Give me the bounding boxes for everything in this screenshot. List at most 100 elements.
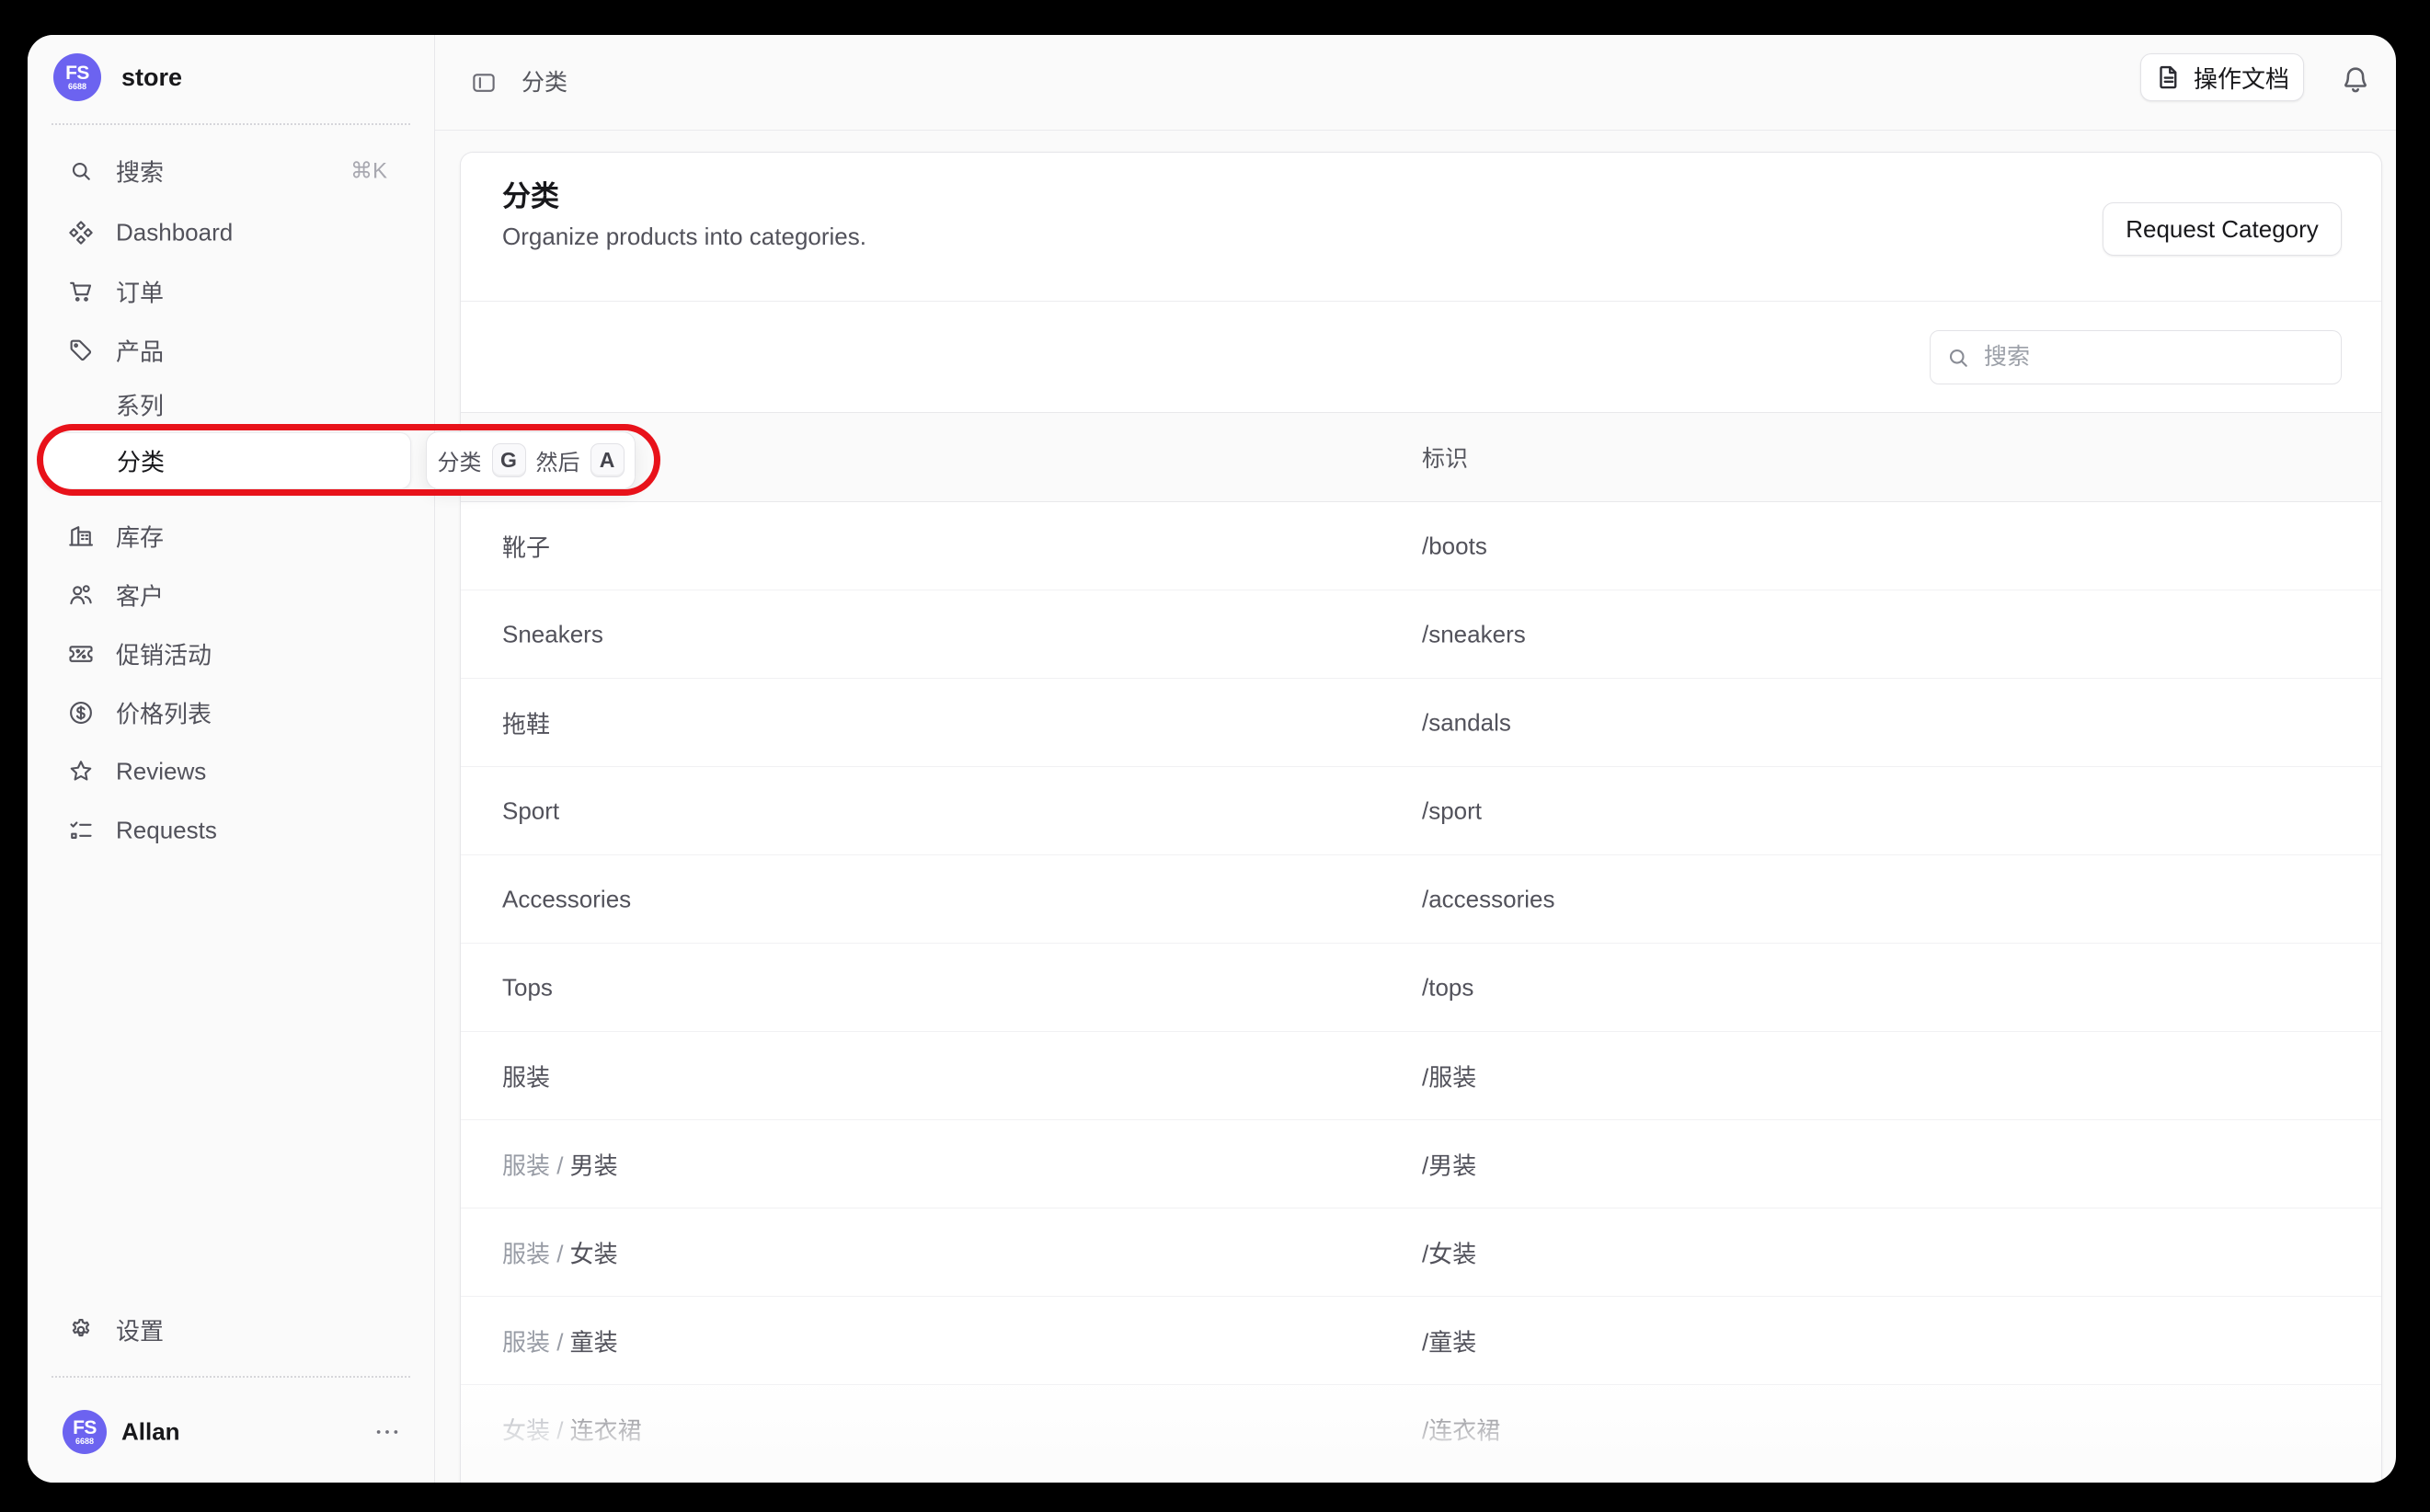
table-row[interactable]: Tops /tops [461,944,2381,1032]
docs-button[interactable]: 操作文档 [2140,53,2304,101]
category-handle: /女装 [1422,1235,1476,1269]
table-row[interactable]: 服装 / 女装 /女装 [461,1208,2381,1297]
column-header-handle: 标识 [1422,441,1468,474]
document-icon [2155,63,2183,91]
ellipsis-icon[interactable] [373,1418,401,1446]
category-path-prefix: 女装 / [502,1416,570,1444]
app-window: FS 6688 store 搜索 ⌘K Dashboard 订单 产品 系列 [28,35,2396,1483]
category-name: 连衣裙 [570,1416,642,1444]
sidebar-item-label: 设置 [116,1313,164,1347]
category-path-prefix: 服装 / [502,1328,570,1356]
sidebar-search[interactable]: 搜索 ⌘K [42,145,419,197]
avatar-logo-subtext: 6688 [75,1437,94,1446]
table-search-input[interactable] [1930,330,2342,384]
sidebar-item-promotions[interactable]: 促销活动 [42,624,419,683]
category-name: 服装 [502,1063,550,1091]
table-row[interactable]: 服装 / 男装 /男装 [461,1120,2381,1208]
promotion-ticket-icon [67,640,95,668]
store-logo-text: FS [65,64,89,82]
cart-icon [67,278,95,305]
user-menu[interactable]: FS 6688 Allan [42,1399,419,1465]
table-row[interactable]: Accessories /accessories [461,855,2381,944]
category-handle: /sneakers [1422,620,1526,648]
category-name: 靴子 [502,533,550,561]
sidebar-toggle-icon [470,69,498,97]
category-name: 女装 [570,1240,618,1267]
category-handle: /sport [1422,796,1482,825]
category-name: Sneakers [502,620,603,647]
table-row[interactable]: 靴子 /boots [461,502,2381,590]
category-handle: /服装 [1422,1059,1476,1093]
card-header-divider [461,301,2381,302]
sidebar-item-dashboard[interactable]: Dashboard [42,203,419,262]
table-row[interactable]: Sport /sport [461,767,2381,855]
sidebar-item-collections[interactable]: 系列 [42,379,419,430]
table-row[interactable]: 女装 / 连衣裙 /连衣裙 [461,1385,2381,1473]
topbar: 分类 操作文档 [435,35,2396,131]
request-category-button[interactable]: Request Category [2103,202,2342,256]
category-handle: /tops [1422,973,1473,1002]
category-path-prefix: 服装 / [502,1240,570,1267]
shortcut-tooltip-label: 分类 [438,444,482,476]
bell-icon[interactable] [2339,63,2372,97]
shortcut-tooltip-connector: 然后 [536,444,580,476]
category-handle: /连衣裙 [1422,1412,1500,1446]
search-icon [1944,344,1972,372]
key-badge-a: A [590,443,625,477]
sidebar-toggle-button[interactable] [465,64,502,101]
sidebar-search-shortcut: ⌘K [350,158,387,185]
categories-card: 分类 Organize products into categories. Re… [460,152,2382,1483]
search-icon [67,157,95,185]
sidebar-item-label: Dashboard [116,219,233,247]
sidebar-item-label: 库存 [116,520,164,554]
category-name: Accessories [502,885,631,912]
checklist-icon [67,817,95,844]
category-name: 拖鞋 [502,710,550,738]
dashboard-icon [67,219,95,246]
table-row[interactable]: 拖鞋 /sandals [461,679,2381,767]
category-path-prefix: 服装 / [502,1151,570,1179]
store-logo: FS 6688 [53,53,101,101]
store-name: store [121,63,182,92]
table-header-row: 分类 标识 [461,412,2381,502]
avatar: FS 6688 [63,1410,107,1454]
sidebar-item-inventory[interactable]: 库存 [42,507,419,566]
sidebar-item-customers[interactable]: 客户 [42,566,419,624]
table-body: 靴子 /boots Sneakers /sneakers 拖鞋 /sandals… [461,502,2381,1473]
sidebar-divider-top [52,123,410,125]
star-icon [67,758,95,785]
sidebar-item-label: 分类 [117,444,165,478]
sidebar-item-label: Requests [116,817,217,845]
category-handle: /boots [1422,532,1487,560]
sidebar-item-price-lists[interactable]: 价格列表 [42,683,419,742]
sidebar-item-settings[interactable]: 设置 [42,1300,419,1359]
category-name: Sport [502,796,559,824]
table-row[interactable]: 服装 / 童装 /童装 [461,1297,2381,1385]
sidebar-item-orders[interactable]: 订单 [42,262,419,321]
table-row[interactable]: Sneakers /sneakers [461,590,2381,679]
category-handle: /accessories [1422,885,1555,913]
sidebar-item-reviews[interactable]: Reviews [42,742,419,801]
store-switcher[interactable]: FS 6688 store [28,35,434,120]
sidebar-item-products[interactable]: 产品 [42,321,419,380]
breadcrumb: 分类 [522,68,567,97]
category-handle: /男装 [1422,1147,1476,1181]
table-row[interactable]: 服装 /服装 [461,1032,2381,1120]
sidebar-item-categories-active[interactable]: 分类 [42,432,411,489]
sidebar-item-requests[interactable]: Requests [42,801,419,860]
category-name: Tops [502,973,553,1001]
page-subtitle: Organize products into categories. [502,223,866,251]
table-search [1930,330,2342,384]
sidebar-divider-bottom [52,1376,410,1378]
price-dollar-icon [67,699,95,727]
sidebar-item-label: 客户 [116,578,164,613]
sidebar-item-label: 产品 [116,334,164,368]
users-icon [67,581,95,609]
avatar-logo-text: FS [73,1419,97,1437]
category-handle: /童装 [1422,1323,1476,1357]
user-name: Allan [121,1418,180,1447]
store-logo-subtext: 6688 [68,82,86,91]
gear-icon [67,1316,95,1344]
sidebar-item-label: 系列 [116,388,164,422]
sidebar-item-label: 促销活动 [116,637,212,671]
